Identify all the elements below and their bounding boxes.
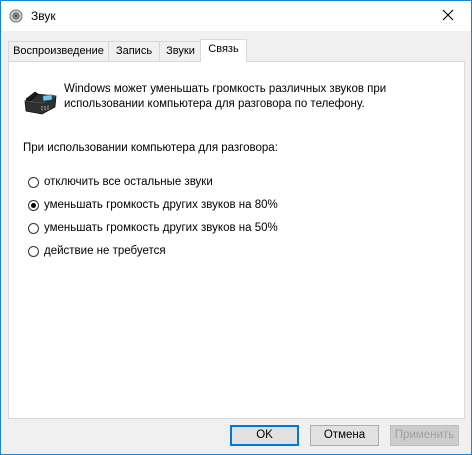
radio-button[interactable] — [28, 245, 39, 257]
communications-panel: Windows может уменьшать громкость различ… — [8, 61, 465, 419]
radio-button[interactable] — [28, 199, 39, 211]
sound-dialog: Звук Воспроизведение Запись Звуки Связь — [0, 0, 472, 455]
option-reduce-80[interactable]: уменьшать громкость других звуков на 80% — [28, 197, 278, 213]
tab-sounds[interactable]: Звуки — [159, 41, 202, 61]
close-button[interactable] — [425, 1, 471, 31]
apply-button[interactable]: Применить — [390, 425, 459, 446]
group-label: При использовании компьютера для разгово… — [23, 142, 278, 154]
window-title: Звук — [31, 9, 56, 23]
option-label: уменьшать громкость других звуков на 80% — [44, 199, 278, 211]
telephone-icon — [22, 87, 58, 115]
option-mute-all[interactable]: отключить все остальные звуки — [28, 174, 213, 190]
option-label: действие не требуется — [44, 245, 166, 257]
close-icon — [442, 9, 454, 24]
title-bar[interactable]: Звук — [1, 1, 471, 31]
ok-button[interactable]: OK — [230, 425, 299, 446]
radio-button[interactable] — [28, 222, 39, 234]
tab-recording[interactable]: Запись — [108, 41, 160, 61]
radio-button[interactable] — [28, 176, 39, 188]
cancel-button[interactable]: Отмена — [310, 425, 379, 446]
description-text: Windows может уменьшать громкость различ… — [64, 83, 387, 110]
tab-communications[interactable]: Связь — [200, 39, 247, 62]
option-do-nothing[interactable]: действие не требуется — [28, 243, 166, 259]
option-reduce-50[interactable]: уменьшать громкость других звуков на 50% — [28, 220, 278, 236]
tab-playback[interactable]: Воспроизведение — [8, 41, 109, 61]
option-label: отключить все остальные звуки — [44, 176, 213, 188]
option-label: уменьшать громкость других звуков на 50% — [44, 222, 278, 234]
speaker-icon — [9, 9, 23, 23]
